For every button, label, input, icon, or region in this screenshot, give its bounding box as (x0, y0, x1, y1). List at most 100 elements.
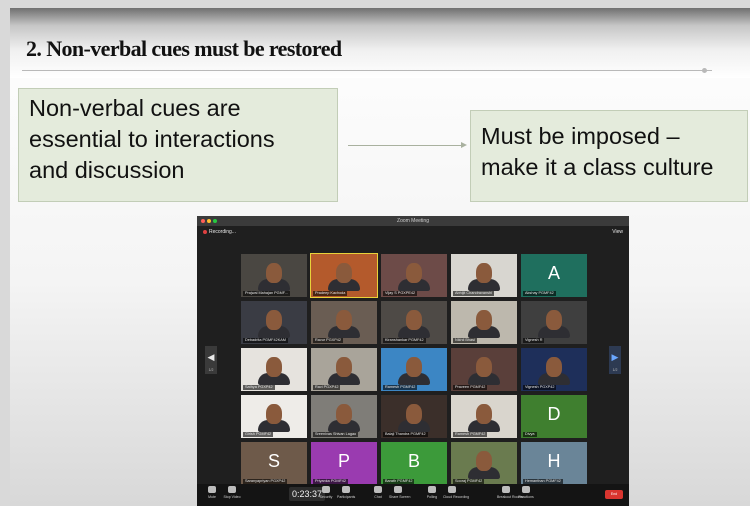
toolbar-button-reactions[interactable]: Reactions (517, 486, 535, 500)
participant-tile[interactable]: Vijay S PGXPE42 (381, 254, 447, 297)
participant-initial: B (407, 451, 420, 471)
participant-tile[interactable]: Vignesh R (521, 301, 587, 344)
participant-tile[interactable]: Praveen PGMF42 (451, 348, 517, 391)
toolbar-button-label: Mute (208, 495, 216, 499)
camera-icon (228, 486, 236, 493)
participant-video-head (546, 310, 562, 330)
participant-tile[interactable]: P Priyanka PGMF42 (311, 442, 377, 485)
participant-name: Nikhil Bhasi (453, 338, 477, 343)
participant-name: Ravi PGXP42 (313, 385, 341, 390)
participant-name: Divya (523, 432, 537, 437)
participant-name: Vignesh R (523, 338, 545, 343)
participant-gallery: Prajwal Mahajan PGMF... Pradeep Kachoda Vi… (241, 253, 589, 485)
participant-tile[interactable]: Ravur PGXP42 (311, 301, 377, 344)
toolbar-button-label: Stop Video (223, 495, 241, 499)
participant-tile[interactable]: H Hemanthan PGMF42 (521, 442, 587, 485)
recording-indicator[interactable]: Recording... (203, 228, 236, 236)
record-dot-icon (203, 229, 207, 234)
presentation-slide: 2. Non-verbal cues must be restored Non-… (10, 8, 750, 506)
participant-tile[interactable]: S Saranyapriyan PGXP42 (241, 442, 307, 485)
participant-video-head (406, 263, 422, 283)
zoom-toolbar: 0:23:37 End Mute Stop Video Security Partic… (197, 484, 629, 506)
participant-tile[interactable]: Prajwal Mahajan PGMF... (241, 254, 307, 297)
toolbar-button-label: Reactions (518, 495, 534, 499)
participant-name: Praveen PGMF42 (453, 385, 488, 390)
view-button[interactable]: View (612, 228, 623, 236)
participant-tile[interactable]: B Barath PGMF42 (381, 442, 447, 485)
left-box-line-2: essential to interactions (29, 126, 275, 152)
participant-initial: H (547, 451, 561, 471)
participant-tile[interactable]: Sreenivas Shivan Lagao (311, 395, 377, 438)
right-text-box: Must be imposed – make it a class cultur… (470, 110, 748, 202)
participant-name: Girish PGMF42 (243, 432, 274, 437)
participant-tile[interactable]: D Divya (521, 395, 587, 438)
toolbar-button-security[interactable]: Security (317, 486, 335, 500)
toolbar-button-participants[interactable]: Participants (337, 486, 355, 500)
toolbar-button-label: Polling (426, 495, 438, 499)
participant-video-head (266, 263, 282, 283)
left-box-line-3: and discussion (29, 157, 185, 183)
toolbar-button-share-screen[interactable]: Share Screen (389, 486, 410, 500)
participant-name: Vijay S PGXPE42 (383, 291, 418, 296)
left-text-box: Non-verbal cues are essential to interac… (18, 88, 338, 202)
participant-tile[interactable]: Debadrita PGMF42KAM (241, 301, 307, 344)
previous-page-button[interactable]: ◀ 1/2 (205, 346, 217, 374)
zoom-topbar: Recording... View (197, 226, 629, 238)
toolbar-button-label: Security (319, 495, 333, 499)
toolbar-button-stop-video[interactable]: Stop Video (223, 486, 241, 500)
participant-tile[interactable]: Sooraj PGMF42 (451, 442, 517, 485)
participant-tile[interactable]: Ramesh PGMF42 (451, 395, 517, 438)
breakout-rooms-icon (502, 486, 510, 493)
participant-tile[interactable]: Balaji Thandra PGMF42 (381, 395, 447, 438)
poll-icon (428, 486, 436, 493)
page-indicator-right: 1/2 (612, 368, 618, 372)
record-icon (448, 486, 456, 493)
right-box-line-2: make it a class culture (481, 154, 714, 180)
toolbar-button-chat[interactable]: Chat (369, 486, 387, 500)
toolbar-button-label: Chat (374, 495, 382, 499)
participant-video-head (336, 310, 352, 330)
participant-name: Pradeep Kachoda (313, 291, 348, 296)
page-indicator-left: 1/2 (208, 368, 214, 372)
participant-name: Kiranshankar PGMF42 (383, 338, 426, 343)
toolbar-button-polling[interactable]: Polling (423, 486, 441, 500)
shield-icon (322, 486, 330, 493)
participant-tile[interactable]: Vignesh PGXP42 (521, 348, 587, 391)
participant-name: Prajwal Mahajan PGMF... (243, 291, 290, 296)
participant-name: Balaji Thandra PGMF42 (383, 432, 428, 437)
toolbar-button-cloud-recording[interactable]: Cloud Recording (443, 486, 469, 500)
participant-video-head (406, 357, 422, 377)
participant-tile[interactable]: Ravi PGXP42 (311, 348, 377, 391)
participant-tile[interactable]: Pradeep Kachoda (310, 253, 378, 298)
participant-tile[interactable]: Nikhil Bhasi (451, 301, 517, 344)
next-page-button[interactable]: ▶ 1/2 (609, 346, 621, 374)
participant-name: Vignesh PGXP42 (523, 385, 557, 390)
participant-video-head (546, 357, 562, 377)
participant-name: Ravur PGXP42 (313, 338, 343, 343)
participant-tile[interactable]: Sathya PGXP42 (241, 348, 307, 391)
chat-icon (374, 486, 382, 493)
participant-video-head (476, 451, 492, 471)
participant-tile[interactable]: Ramesh PGMF42 (381, 348, 447, 391)
participant-tile[interactable]: Kiranshankar PGMF42 (381, 301, 447, 344)
recording-label: Recording... (209, 229, 236, 235)
toolbar-button-breakout-rooms[interactable]: Breakout Rooms (497, 486, 523, 500)
title-divider (22, 70, 712, 71)
participant-tile[interactable]: A Akshay PGMF42 (521, 254, 587, 297)
participant-initial: D (547, 404, 561, 424)
end-meeting-button[interactable]: End (605, 490, 623, 499)
participant-tile[interactable]: Abhijit Chandravanshi (451, 254, 517, 297)
zoom-window-title: Zoom Meeting (397, 218, 429, 224)
participant-name: Ramesh PGMF42 (383, 385, 418, 390)
participant-video-head (406, 404, 422, 424)
participant-video-head (476, 357, 492, 377)
toolbar-button-mute[interactable]: Mute (203, 486, 221, 500)
participant-video-head (266, 404, 282, 424)
participant-name: Ramesh PGMF42 (453, 432, 488, 437)
participant-initial: S (267, 451, 280, 471)
participant-tile[interactable]: Girish PGMF42 (241, 395, 307, 438)
reactions-icon (522, 486, 530, 493)
left-box-line-1: Non-verbal cues are (29, 95, 241, 121)
zoom-titlebar: Zoom Meeting (197, 216, 629, 226)
participant-name: Sreenivas Shivan Lagao (313, 432, 359, 437)
